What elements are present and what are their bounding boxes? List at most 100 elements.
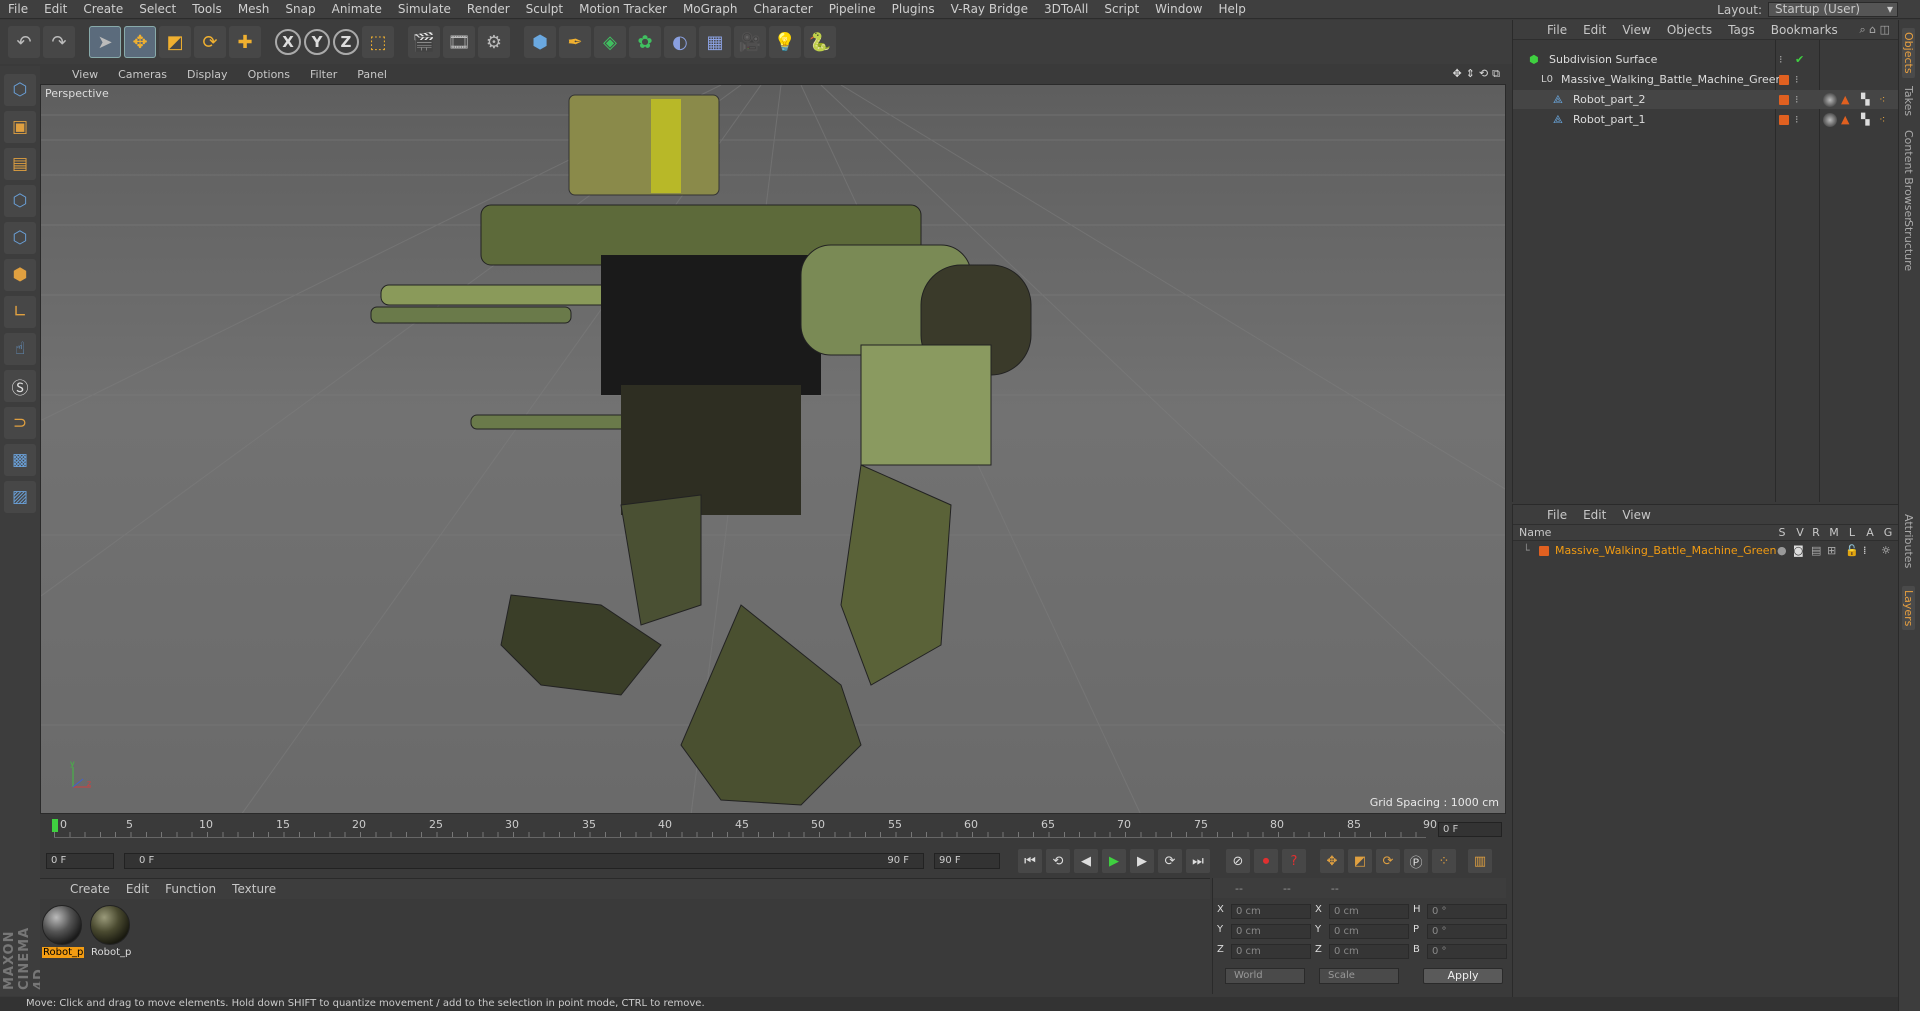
menu-animate[interactable]: Animate: [324, 0, 390, 19]
go-to-end-icon[interactable]: ⏭: [1186, 849, 1210, 873]
deformer-icon[interactable]: ◐: [664, 26, 696, 58]
cube-icon[interactable]: ⬢: [524, 26, 556, 58]
material-menu-texture[interactable]: Texture: [224, 882, 284, 896]
material-tag-icon[interactable]: [1823, 113, 1837, 127]
menu-character[interactable]: Character: [745, 0, 820, 19]
layer-animation-icon[interactable]: ⁞: [1863, 542, 1867, 560]
tab-content-browser[interactable]: Content Browser: [1902, 130, 1915, 222]
pan-icon[interactable]: ✥: [1452, 67, 1461, 81]
current-frame-field[interactable]: 0 F: [1438, 822, 1502, 837]
tab-objects[interactable]: Objects: [1902, 28, 1915, 78]
tab-structure[interactable]: Structure: [1902, 220, 1915, 271]
selection-tag-icon[interactable]: ⁖: [1879, 110, 1885, 129]
layer-solo-icon[interactable]: ●: [1777, 542, 1787, 560]
material-swatch-1[interactable]: Robot_p: [42, 905, 84, 963]
rotate-tool-icon[interactable]: ⟳: [194, 26, 226, 58]
key-pla-icon[interactable]: ⁘: [1432, 849, 1456, 873]
start-frame-field[interactable]: 0 F: [46, 853, 114, 869]
coordinate-system-icon[interactable]: ⬚: [362, 26, 394, 58]
uvw-tag-icon[interactable]: ▚: [1861, 110, 1869, 129]
menu-edit[interactable]: Edit: [36, 0, 75, 19]
render-settings-icon[interactable]: ⚙: [478, 26, 510, 58]
selection-tag-icon[interactable]: ⁖: [1879, 90, 1885, 109]
object-row-battle-machine[interactable]: L0 Massive_Walking_Battle_Machine_Green …: [1513, 70, 1899, 89]
render-view-icon[interactable]: 🎬: [408, 26, 440, 58]
next-keyframe-icon[interactable]: ⟳: [1158, 849, 1182, 873]
visibility-dots-icon[interactable]: ⁝: [1779, 50, 1783, 69]
timeline-ruler[interactable]: 0 5 10 15 20 25 30 35 40 45 50 55 60 65 …: [40, 816, 1506, 842]
pen-spline-icon[interactable]: ✒: [559, 26, 591, 58]
size-y-field[interactable]: 0 cm: [1329, 924, 1409, 939]
menu-motion-tracker[interactable]: Motion Tracker: [571, 0, 675, 19]
magnet-icon[interactable]: ⊃: [4, 407, 36, 439]
record-active-icon[interactable]: ⏺: [1254, 849, 1278, 873]
previous-keyframe-icon[interactable]: ⟲: [1046, 849, 1070, 873]
layers-menu-view[interactable]: View: [1614, 508, 1658, 522]
menu-help[interactable]: Help: [1210, 0, 1253, 19]
layer-generator-icon[interactable]: ☼: [1881, 542, 1891, 560]
axis-y-toggle[interactable]: Y: [304, 29, 330, 55]
menu-pipeline[interactable]: Pipeline: [821, 0, 884, 19]
light-icon[interactable]: 💡: [769, 26, 801, 58]
layout-dropdown[interactable]: Startup (User): [1768, 2, 1898, 17]
search-icon[interactable]: ⌕ ⌂ ◫: [1859, 23, 1890, 37]
perspective-viewport[interactable]: Perspective Grid Spacing : 1000 cm y z: [40, 84, 1506, 814]
end-frame-field[interactable]: 90 F: [934, 853, 1000, 869]
menu-plugins[interactable]: Plugins: [884, 0, 943, 19]
workplane-icon[interactable]: ▤: [4, 148, 36, 180]
layer-row[interactable]: └ Massive_Walking_Battle_Machine_Green ●…: [1513, 542, 1899, 560]
live-selection-icon[interactable]: ✚: [229, 26, 261, 58]
menu-select[interactable]: Select: [131, 0, 184, 19]
layer-render-icon[interactable]: ▤: [1811, 542, 1821, 560]
layers-menu-edit[interactable]: Edit: [1575, 508, 1614, 522]
move-tool-icon[interactable]: ✥: [124, 26, 156, 58]
visibility-dots-icon[interactable]: ⁝: [1795, 90, 1799, 109]
tab-attributes[interactable]: Attributes: [1902, 514, 1915, 568]
object-row-robot-part-2[interactable]: ⟁ Robot_part_2 ⁝ ▲ ▚ ⁖: [1513, 90, 1899, 109]
axis-z-toggle[interactable]: Z: [333, 29, 359, 55]
visibility-dots-icon[interactable]: ⁝: [1795, 110, 1799, 129]
position-y-field[interactable]: 0 cm: [1231, 924, 1311, 939]
layer-manager-icon[interactable]: ⊞: [1827, 542, 1836, 560]
viewport-menu-view[interactable]: View: [62, 68, 108, 81]
objects-menu-edit[interactable]: Edit: [1575, 23, 1614, 37]
dolly-icon[interactable]: ⇕: [1466, 67, 1475, 81]
layer-color-swatch[interactable]: [1779, 95, 1789, 105]
phong-tag-icon[interactable]: ▲: [1841, 110, 1849, 129]
menu-file[interactable]: File: [0, 0, 36, 19]
key-rotation-icon[interactable]: ⟳: [1376, 849, 1400, 873]
rotation-p-field[interactable]: 0 °: [1427, 924, 1507, 939]
layer-color-swatch[interactable]: [1539, 546, 1549, 556]
object-row-subdivision[interactable]: ⬢ Subdivision Surface ⁝ ✔: [1513, 50, 1899, 69]
tab-layers[interactable]: Layers: [1902, 586, 1915, 631]
coord-scale-dropdown[interactable]: Scale: [1319, 968, 1399, 984]
robot-model[interactable]: [370, 94, 1032, 806]
render-picture-viewer-icon[interactable]: 🎞: [443, 26, 475, 58]
size-x-field[interactable]: 0 cm: [1329, 904, 1409, 919]
phong-tag-icon[interactable]: ▲: [1841, 90, 1849, 109]
orbit-icon[interactable]: ⟲: [1479, 67, 1488, 81]
apply-button[interactable]: Apply: [1423, 968, 1503, 984]
menu-render[interactable]: Render: [459, 0, 518, 19]
layer-color-swatch[interactable]: [1779, 75, 1789, 85]
layer-scrollbar[interactable]: [1512, 997, 1898, 1011]
position-z-field[interactable]: 0 cm: [1231, 944, 1311, 959]
objects-menu-tags[interactable]: Tags: [1720, 23, 1763, 37]
objects-menu-bookmarks[interactable]: Bookmarks: [1763, 23, 1846, 37]
timeline-window-icon[interactable]: ▥: [1468, 849, 1492, 873]
viewport-menu-cameras[interactable]: Cameras: [108, 68, 177, 81]
visibility-dots-icon[interactable]: ⁝: [1795, 70, 1799, 89]
menu-create[interactable]: Create: [75, 0, 131, 19]
subdivision-icon[interactable]: ◈: [594, 26, 626, 58]
python-icon[interactable]: 🐍: [804, 26, 836, 58]
objects-menu-view[interactable]: View: [1614, 23, 1658, 37]
object-row-robot-part-1[interactable]: ⟁ Robot_part_1 ⁝ ▲ ▚ ⁖: [1513, 110, 1899, 129]
menu-script[interactable]: Script: [1096, 0, 1147, 19]
rotation-b-field[interactable]: 0 °: [1427, 944, 1507, 959]
objects-menu-objects[interactable]: Objects: [1659, 23, 1720, 37]
coord-system-dropdown[interactable]: World: [1225, 968, 1305, 984]
camera-icon[interactable]: 🎥: [734, 26, 766, 58]
key-position-icon[interactable]: ✥: [1320, 849, 1344, 873]
tweak-mode-icon[interactable]: ☝: [4, 333, 36, 365]
edges-mode-icon[interactable]: ⬡: [4, 222, 36, 254]
